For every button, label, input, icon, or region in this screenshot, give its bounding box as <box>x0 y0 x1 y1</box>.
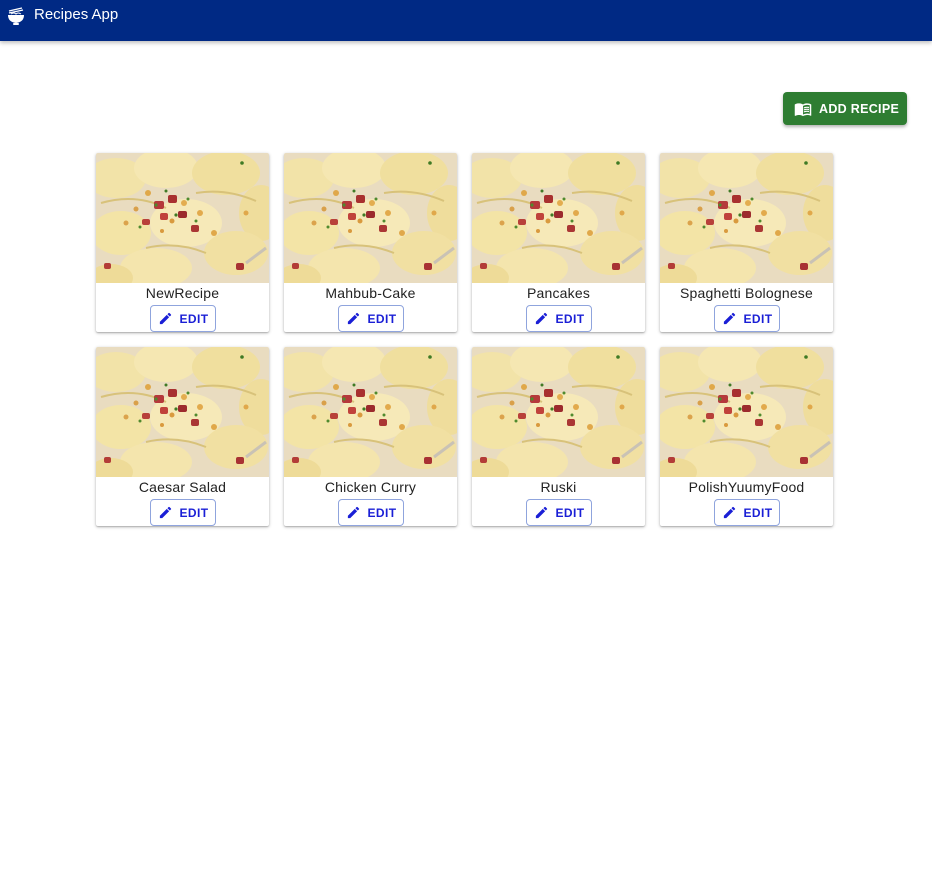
edit-button[interactable]: EDIT <box>338 499 404 526</box>
recipe-title: Pancakes <box>526 285 591 301</box>
recipe-image <box>660 347 833 477</box>
recipe-card: Mahbub-Cake EDIT <box>284 153 457 332</box>
recipe-image <box>96 347 269 477</box>
edit-button[interactable]: EDIT <box>338 305 404 332</box>
menu-book-icon <box>794 100 812 118</box>
edit-button[interactable]: EDIT <box>714 499 780 526</box>
recipe-title: PolishYuumyFood <box>688 479 805 495</box>
app-bar: Recipes App <box>0 0 932 41</box>
edit-label: EDIT <box>555 505 585 520</box>
recipe-card: Ruski EDIT <box>472 347 645 526</box>
edit-button[interactable]: EDIT <box>150 499 216 526</box>
recipe-card: Chicken Curry EDIT <box>284 347 457 526</box>
recipe-image <box>660 153 833 283</box>
recipe-grid: NewRecipe EDIT Mahbub-Cake EDIT Pancakes… <box>96 153 833 526</box>
recipe-title: Spaghetti Bolognese <box>679 285 813 301</box>
recipe-image <box>284 153 457 283</box>
recipe-title: Caesar Salad <box>138 479 227 495</box>
app-title: Recipes App <box>34 6 119 23</box>
recipe-title: Ruski <box>540 479 577 495</box>
recipe-image <box>284 347 457 477</box>
edit-button[interactable]: EDIT <box>526 305 592 332</box>
recipe-card: PolishYuumyFood EDIT <box>660 347 833 526</box>
recipe-card: Pancakes EDIT <box>472 153 645 332</box>
recipe-title: Mahbub-Cake <box>325 285 416 301</box>
recipe-title: Chicken Curry <box>324 479 417 495</box>
pencil-icon <box>534 505 549 520</box>
edit-button[interactable]: EDIT <box>526 499 592 526</box>
ramen-bowl-icon <box>6 6 26 26</box>
recipe-card: NewRecipe EDIT <box>96 153 269 332</box>
recipe-image <box>472 153 645 283</box>
edit-label: EDIT <box>179 311 209 326</box>
edit-label: EDIT <box>743 505 773 520</box>
pencil-icon <box>158 505 173 520</box>
pencil-icon <box>534 311 549 326</box>
recipe-title: NewRecipe <box>145 285 220 301</box>
recipe-card: Caesar Salad EDIT <box>96 347 269 526</box>
add-recipe-label: ADD RECIPE <box>819 101 900 116</box>
recipe-card: Spaghetti Bolognese EDIT <box>660 153 833 332</box>
edit-label: EDIT <box>743 311 773 326</box>
recipe-image <box>96 153 269 283</box>
pencil-icon <box>158 311 173 326</box>
edit-button[interactable]: EDIT <box>150 305 216 332</box>
add-recipe-button[interactable]: ADD RECIPE <box>783 92 907 125</box>
edit-label: EDIT <box>179 505 209 520</box>
pencil-icon <box>346 505 361 520</box>
pencil-icon <box>346 311 361 326</box>
recipe-image <box>472 347 645 477</box>
edit-button[interactable]: EDIT <box>714 305 780 332</box>
edit-label: EDIT <box>367 311 397 326</box>
edit-label: EDIT <box>367 505 397 520</box>
edit-label: EDIT <box>555 311 585 326</box>
pencil-icon <box>722 311 737 326</box>
pencil-icon <box>722 505 737 520</box>
